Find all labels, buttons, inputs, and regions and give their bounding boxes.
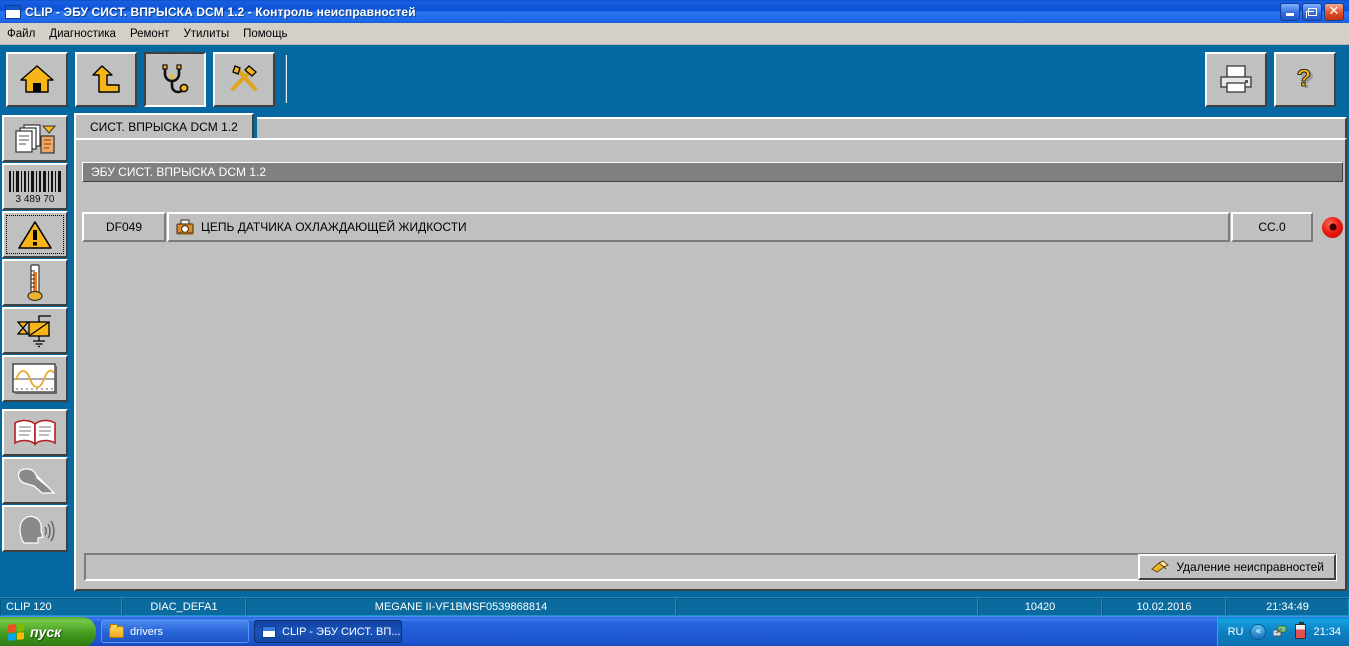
fault-panel: ЭБУ СИСТ. ВПРЫСКА DCM 1.2 DF049 ЦЕПЬ ДАТ… xyxy=(74,138,1347,591)
sidebar-item-speaking-head[interactable] xyxy=(2,505,68,552)
home-button[interactable] xyxy=(6,51,68,107)
taskbar-button-clip[interactable]: CLIP - ЭБУ СИСТ. ВП... xyxy=(254,620,402,643)
folder-icon xyxy=(109,623,124,638)
print-button[interactable] xyxy=(1205,51,1267,107)
status-counter: 10420 xyxy=(978,598,1102,616)
thermometer-icon xyxy=(23,263,47,303)
taskbar-button-label: CLIP - ЭБУ СИСТ. ВП... xyxy=(282,625,401,638)
menu-utilities[interactable]: Утилиты xyxy=(176,25,236,43)
sidebar-item-faults[interactable] xyxy=(2,211,68,258)
sidebar-item-seated-person[interactable] xyxy=(2,457,68,504)
left-sidebar: 3 489 70 xyxy=(0,113,70,595)
restore-button[interactable] xyxy=(1302,2,1322,21)
fault-description: ЦЕПЬ ДАТЧИКА ОХЛАЖДАЮЩЕЙ ЖИДКОСТИ xyxy=(201,220,467,234)
window-title: CLIP - ЭБУ СИСТ. ВПРЫСКА DCM 1.2 - Контр… xyxy=(25,4,416,19)
taskbar-button-drivers[interactable]: drivers xyxy=(101,620,249,643)
tab-label: СИСТ. ВПРЫСКА DCM 1.2 xyxy=(90,119,238,134)
sidebar-item-documentation[interactable] xyxy=(2,409,68,456)
chevron-left-icon[interactable]: « xyxy=(1250,623,1267,640)
help-question-icon: ? ? xyxy=(1288,63,1322,95)
sidebar-item-barcode[interactable]: 3 489 70 xyxy=(2,163,68,210)
start-label: пуск xyxy=(30,623,62,640)
main-content-area: СИСТ. ВПРЫСКА DCM 1.2 ЭБУ СИСТ. ВПРЫСКА … xyxy=(70,113,1347,595)
tray-language-indicator[interactable]: RU xyxy=(1228,626,1244,638)
diagnostics-button[interactable] xyxy=(144,51,206,107)
menu-file[interactable]: Файл xyxy=(0,25,42,43)
menu-repair[interactable]: Ремонт xyxy=(123,25,176,43)
ecu-header-bar: ЭБУ СИСТ. ВПРЫСКА DCM 1.2 xyxy=(82,162,1343,182)
fault-code-cell: DF049 xyxy=(82,212,166,242)
battery-icon[interactable] xyxy=(1295,622,1307,639)
fault-status-cell: CC.0 xyxy=(1231,212,1313,242)
sensor-icon xyxy=(176,219,194,236)
clear-faults-button[interactable]: Удаление неисправностей xyxy=(1138,554,1336,580)
fault-code: DF049 xyxy=(105,220,143,234)
toolbar-separator xyxy=(285,55,287,103)
tab-strip: СИСТ. ВПРЫСКА DCM 1.2 xyxy=(74,113,1347,138)
status-bar: CLIP 120 DIAC_DEFA1 MEGANE II-VF1BMSF053… xyxy=(0,597,1349,616)
person-seated-icon xyxy=(12,465,58,497)
window-controls: ✕ xyxy=(1280,2,1347,21)
status-vehicle-vin: MEGANE II-VF1BMSF0539868814 xyxy=(246,598,676,616)
tab-injection-system[interactable]: СИСТ. ВПРЫСКА DCM 1.2 xyxy=(74,113,254,138)
sidebar-item-parameters[interactable] xyxy=(2,259,68,306)
windows-logo-icon xyxy=(8,622,24,641)
status-date: 10.02.2016 xyxy=(1102,598,1226,616)
printer-icon xyxy=(1217,63,1255,95)
clip-app-icon xyxy=(262,625,276,638)
sidebar-item-graph[interactable] xyxy=(2,355,68,402)
tab-strip-filler xyxy=(256,117,1347,138)
book-icon xyxy=(12,417,58,449)
sidebar-item-actuators[interactable] xyxy=(2,307,68,354)
tray-clock[interactable]: 21:34 xyxy=(1313,626,1341,638)
eraser-icon xyxy=(1150,560,1170,574)
system-tray: RU « 21:34 xyxy=(1216,616,1349,646)
minimize-button[interactable] xyxy=(1280,2,1300,21)
barcode-icon: 3 489 70 xyxy=(7,169,63,205)
minimize-icon xyxy=(1286,13,1294,16)
bottom-action-panel: Удаление неисправностей xyxy=(84,553,1337,581)
close-icon: ✕ xyxy=(1328,3,1340,19)
start-button[interactable]: пуск xyxy=(0,616,96,646)
network-icon[interactable] xyxy=(1273,625,1288,638)
barcode-text: 3 489 70 xyxy=(16,194,55,205)
fault-description-cell: ЦЕПЬ ДАТЧИКА ОХЛАЖДАЮЩЕЙ ЖИДКОСТИ xyxy=(167,212,1230,242)
menu-diagnostics[interactable]: Диагностика xyxy=(42,25,123,43)
stethoscope-icon xyxy=(158,63,192,95)
tools-icon xyxy=(226,63,262,95)
clip-application-window: CLIP - ЭБУ СИСТ. ВПРЫСКА DCM 1.2 - Контр… xyxy=(0,0,1349,646)
status-diac-code: DIAC_DEFA1 xyxy=(122,598,246,616)
up-arrow-icon xyxy=(88,63,124,95)
actuator-icon xyxy=(13,314,57,348)
home-icon xyxy=(19,63,55,95)
ecu-header-label: ЭБУ СИСТ. ВПРЫСКА DCM 1.2 xyxy=(91,165,267,179)
sidebar-item-documents[interactable] xyxy=(2,115,68,162)
warning-triangle-icon xyxy=(17,219,53,251)
clear-faults-label: Удаление неисправностей xyxy=(1176,560,1324,574)
toolbar-right-group: ? ? xyxy=(1205,51,1343,107)
documents-icon xyxy=(13,122,57,156)
help-button[interactable]: ? ? xyxy=(1274,51,1336,107)
table-row[interactable]: DF049 ЦЕПЬ ДАТЧИКА ОХЛАЖДАЮЩЕЙ ЖИДКОСТИ xyxy=(82,212,1343,242)
close-button[interactable]: ✕ xyxy=(1324,2,1344,21)
status-led-indicator xyxy=(1322,216,1343,238)
taskbar-button-label: drivers xyxy=(130,625,164,638)
menu-bar: Файл Диагностика Ремонт Утилиты Помощь xyxy=(0,23,1349,45)
speaking-head-icon xyxy=(12,513,58,545)
status-clip-version: CLIP 120 xyxy=(0,598,122,616)
status-empty xyxy=(676,598,978,616)
svg-text:?: ? xyxy=(1297,65,1312,92)
status-time: 21:34:49 xyxy=(1226,598,1349,616)
clip-app-icon xyxy=(5,4,21,19)
fault-status-code: CC.0 xyxy=(1258,220,1286,234)
windows-taskbar: пуск drivers CLIP - ЭБУ СИСТ. ВП... RU «… xyxy=(0,616,1349,646)
tools-button[interactable] xyxy=(213,51,275,107)
restore-icon xyxy=(1305,7,1317,18)
waveform-graph-icon xyxy=(11,362,59,396)
back-up-button[interactable] xyxy=(75,51,137,107)
window-titlebar: CLIP - ЭБУ СИСТ. ВПРЫСКА DCM 1.2 - Контр… xyxy=(0,0,1349,23)
main-toolbar: ? ? xyxy=(0,45,1349,113)
menu-help[interactable]: Помощь xyxy=(236,25,294,43)
